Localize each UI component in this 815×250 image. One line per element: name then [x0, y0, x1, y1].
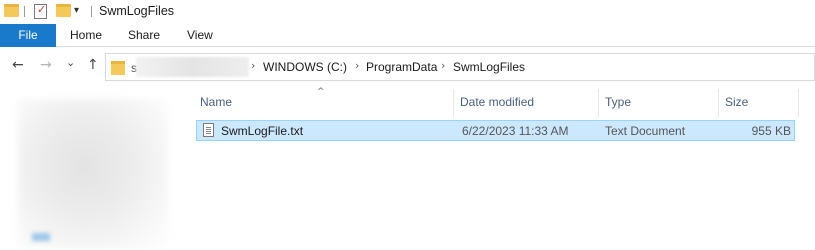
breadcrumb-swmlogfiles[interactable]: SwmLogFiles [453, 60, 525, 74]
redacted-item-icon [32, 233, 50, 241]
address-bar[interactable]: s › WINDOWS (C:) › ProgramData › SwmLogF… [105, 53, 815, 81]
breadcrumb-drive[interactable]: WINDOWS (C:) [263, 60, 347, 74]
breadcrumb-separator[interactable]: › [251, 59, 255, 72]
file-size: 955 KB [751, 124, 791, 138]
redacted-navigation-items [18, 99, 168, 249]
column-divider[interactable] [798, 89, 799, 117]
folder-icon [111, 61, 125, 75]
recent-locations-chevron-icon[interactable]: ⌄ [66, 56, 75, 69]
separator [91, 6, 92, 17]
customize-quick-access-dropdown-icon[interactable]: ▾ [74, 5, 79, 16]
properties-icon[interactable] [34, 3, 47, 19]
file-row[interactable]: SwmLogFile.txt 6/22/2023 11:33 AM Text D… [196, 120, 795, 141]
ribbon-tabs: File Home Share View [0, 24, 815, 47]
file-date-modified: 6/22/2023 11:33 AM [462, 124, 569, 138]
navigation-bar: ← → ⌄ ↑ s › WINDOWS (C:) › ProgramData ›… [0, 47, 815, 87]
tab-home[interactable]: Home [70, 24, 102, 47]
window-title: SwmLogFiles [99, 4, 175, 18]
column-header-type[interactable]: Type [605, 95, 631, 109]
file-list: ^ Name Date modified Type Size SwmLogFil… [186, 87, 815, 250]
column-header-size[interactable]: Size [725, 95, 748, 109]
breadcrumb-separator[interactable]: › [441, 59, 445, 72]
tab-file[interactable]: File [0, 24, 56, 47]
column-divider[interactable] [598, 89, 599, 117]
text-file-icon [203, 123, 214, 137]
tab-share[interactable]: Share [128, 24, 160, 47]
back-icon[interactable]: ← [12, 57, 24, 73]
tab-view[interactable]: View [187, 24, 213, 47]
navigation-pane [0, 87, 185, 250]
column-divider[interactable] [453, 89, 454, 117]
sort-ascending-icon: ^ [317, 87, 325, 97]
breadcrumb-programdata[interactable]: ProgramData [366, 60, 437, 74]
up-icon[interactable]: ↑ [87, 57, 99, 73]
column-header-name[interactable]: Name [200, 95, 232, 109]
folder-icon [4, 4, 19, 17]
title-bar: ▾ SwmLogFiles [0, 0, 815, 24]
breadcrumb-separator[interactable]: › [355, 59, 359, 72]
forward-icon[interactable]: → [40, 57, 52, 73]
separator [24, 6, 25, 17]
file-type: Text Document [605, 124, 686, 138]
file-name: SwmLogFile.txt [221, 124, 304, 138]
column-divider[interactable] [718, 89, 719, 117]
redacted-path [136, 57, 249, 77]
new-folder-icon[interactable] [56, 4, 71, 17]
column-header-date-modified[interactable]: Date modified [460, 95, 534, 109]
